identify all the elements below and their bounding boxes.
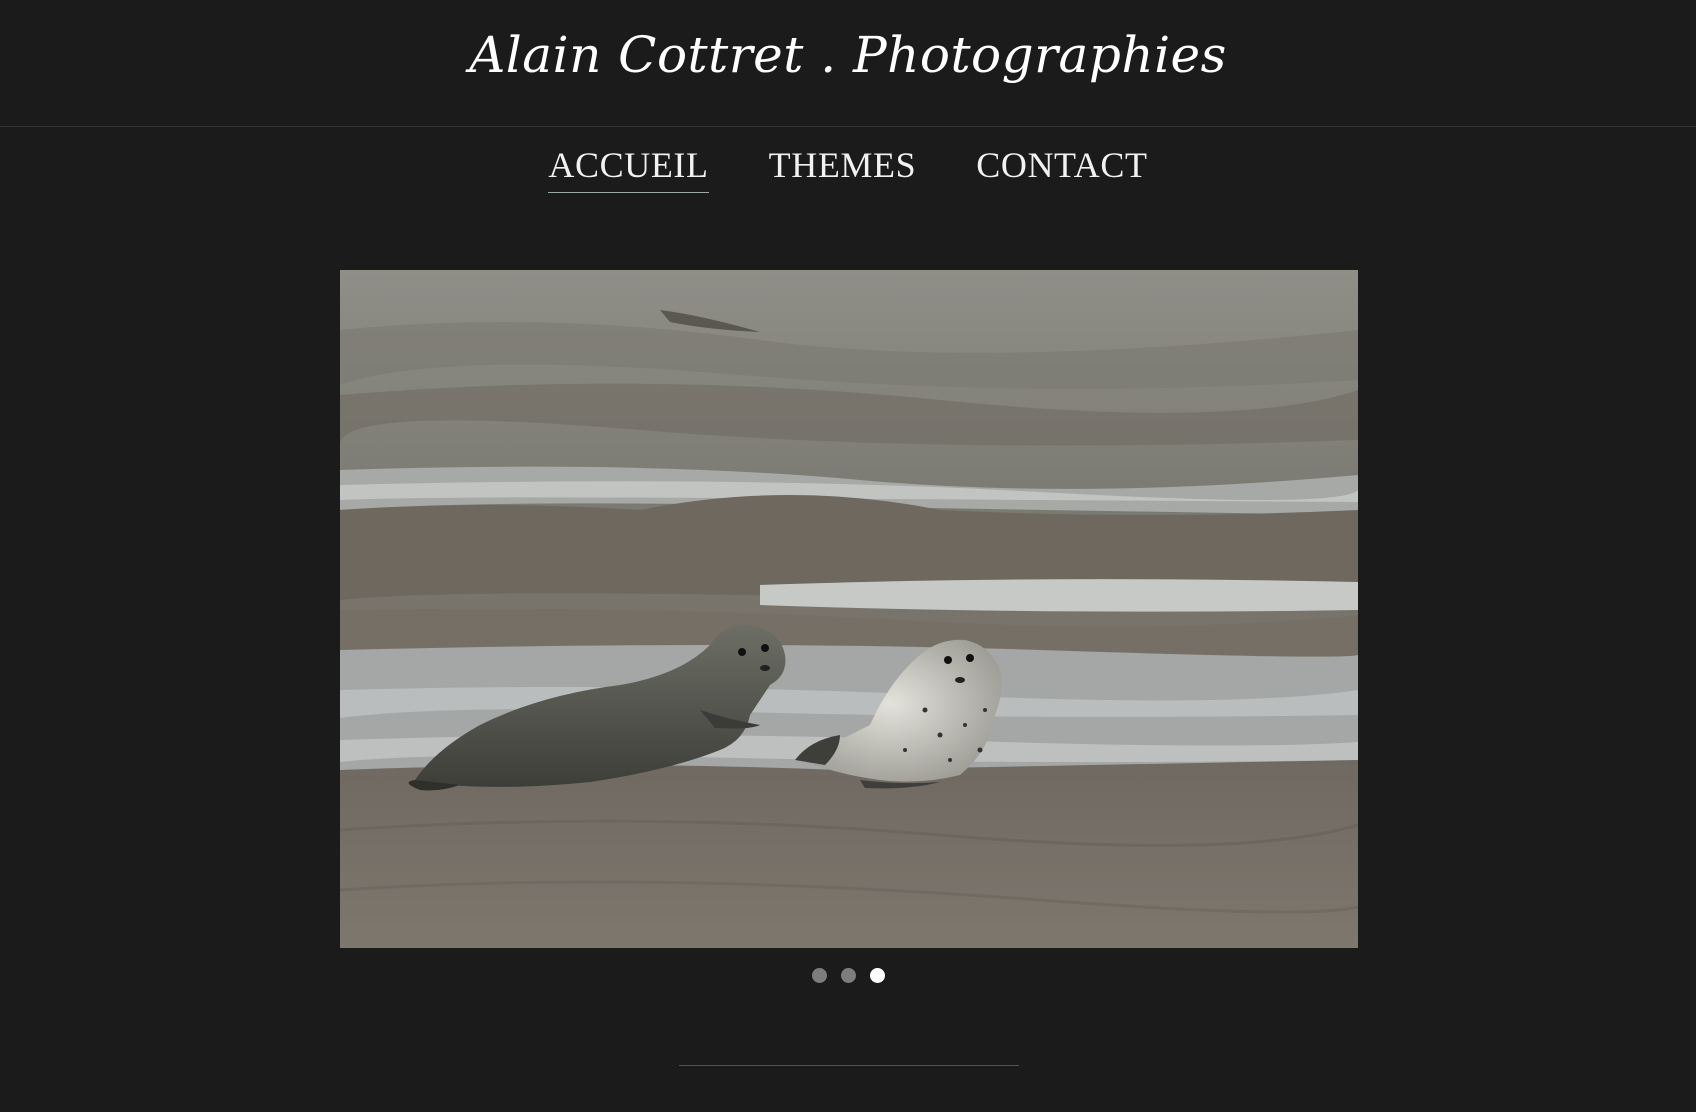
slider-dot-3[interactable] bbox=[869, 968, 885, 983]
main-nav: ACCUEIL THEMES CONTACT bbox=[0, 142, 1696, 193]
site-title[interactable]: Alain Cottret . Photographies bbox=[0, 22, 1696, 88]
slider-dot-2[interactable] bbox=[840, 968, 856, 983]
slider-dots bbox=[0, 968, 1696, 983]
nav-link-themes[interactable]: THEMES bbox=[769, 142, 917, 193]
slider-dot-1[interactable] bbox=[811, 968, 827, 983]
photo-slider[interactable] bbox=[340, 270, 1358, 948]
site-header: Alain Cottret . Photographies bbox=[0, 0, 1696, 127]
nav-link-contact[interactable]: CONTACT bbox=[976, 142, 1147, 193]
nav-link-accueil[interactable]: ACCUEIL bbox=[548, 142, 709, 193]
page: Alain Cottret . Photographies ACCUEIL TH… bbox=[0, 0, 1696, 1112]
slide-photo bbox=[340, 270, 1358, 948]
footer-divider bbox=[679, 1065, 1019, 1066]
